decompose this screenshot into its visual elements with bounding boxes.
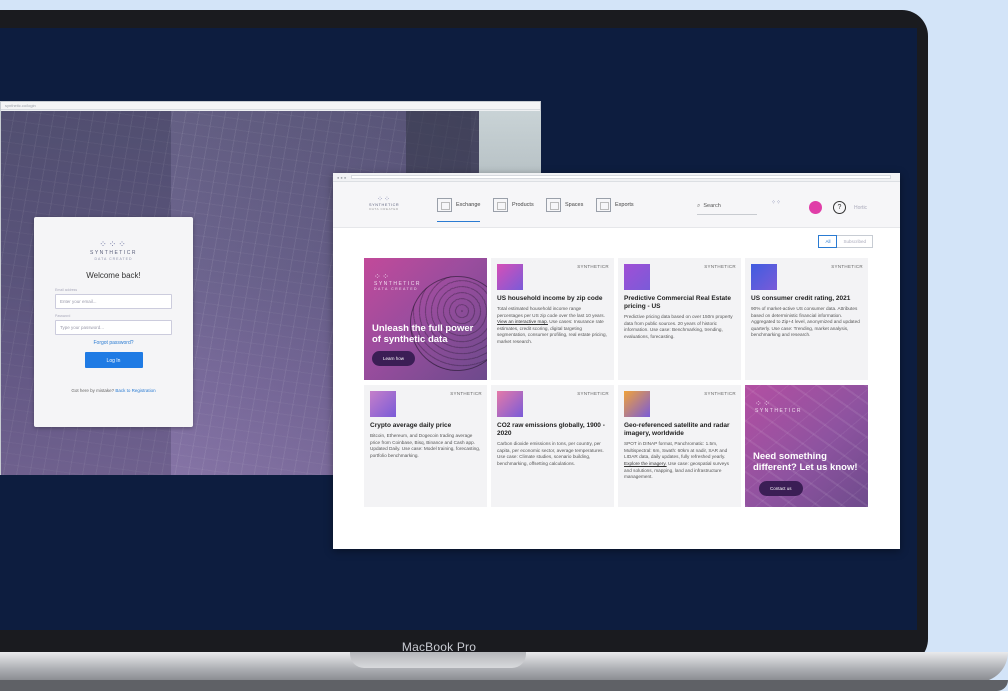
learn-how-button[interactable]: Learn how [372, 351, 416, 366]
product-title: Crypto average daily price [370, 422, 452, 429]
product-card[interactable]: SYNTHETICR Geo-referenced satellite and … [618, 385, 741, 507]
avatar[interactable] [809, 201, 822, 214]
promo-title: Need something different? Let us know! [753, 451, 858, 473]
password-label: Password [55, 314, 71, 318]
vendor-label: SYNTHETICR [450, 391, 482, 396]
vendor-label: SYNTHETICR [831, 264, 863, 269]
address-bar[interactable] [351, 175, 891, 179]
product-thumbnail [370, 391, 396, 417]
login-footer: Got here by mistake? Back to Registratio… [71, 388, 156, 393]
exchange-browser-window: ●●● ⁘⁘ SYNTHETICR DATA CREATED Exchange … [333, 173, 900, 549]
nav-tab-exports[interactable]: Exports [596, 198, 634, 222]
product-title: CO2 raw emissions globally, 1900 - 2020 [497, 422, 605, 438]
filter-all-button[interactable]: All [818, 235, 838, 248]
forgot-password-link[interactable]: Forgot password? [34, 340, 193, 346]
brand-dots-icon: ⁘⁘ [377, 196, 391, 203]
vendor-label: SYNTHETICR [704, 264, 736, 269]
product-title: US household income by zip code [497, 295, 603, 302]
product-thumbnail [497, 391, 523, 417]
promo-card-learn[interactable]: ⁘⁘ SYNTHETICR DATA CREATED Unleash the f… [364, 258, 487, 380]
product-thumbnail [624, 391, 650, 417]
product-card[interactable]: SYNTHETICR Predictive Commercial Real Es… [618, 258, 741, 380]
vendor-label: SYNTHETICR [704, 391, 736, 396]
welcome-heading: Welcome back! [86, 271, 141, 280]
nav-tab-exchange[interactable]: Exchange [437, 198, 481, 222]
product-description: 90% of market-active US consumer data. A… [751, 306, 860, 338]
product-card[interactable]: SYNTHETICR Crypto average daily price Bi… [364, 385, 487, 507]
product-card[interactable]: SYNTHETICR US household income by zip co… [491, 258, 614, 380]
help-icon[interactable]: ? [833, 201, 846, 214]
product-card[interactable]: SYNTHETICR US consumer credit rating, 20… [745, 258, 868, 380]
product-title: US consumer credit rating, 2021 [751, 295, 851, 302]
contact-us-button[interactable]: Contact us [759, 481, 803, 496]
product-description: Bitcoin, Ethereum, and Dogecoin trading … [370, 433, 481, 458]
window-controls-icon[interactable]: ●●● [337, 175, 347, 180]
promo-title: Unleash the full power of synthetic data [372, 323, 474, 345]
user-name[interactable]: Hortic [854, 205, 867, 211]
product-thumbnail [497, 264, 523, 290]
exports-icon [596, 198, 611, 212]
app-nav-bar: ⁘⁘ SYNTHETICR DATA CREATED Exchange Prod… [333, 182, 900, 228]
search-input[interactable]: ⌕ Search [697, 203, 757, 215]
explore-imagery-link[interactable]: Explore the imagery. [624, 461, 667, 466]
product-grid: ⁘⁘ SYNTHETICR DATA CREATED Unleash the f… [364, 258, 871, 507]
product-thumbnail [624, 264, 650, 290]
products-icon [493, 198, 508, 212]
laptop-base-edge [0, 680, 1008, 691]
org-logo-icon[interactable]: ⁘⁘ [771, 199, 781, 206]
email-label: Email address [55, 288, 78, 292]
promo-card-contact[interactable]: ⁘⁘ SYNTHETICR Need something different? … [745, 385, 868, 507]
app-logo[interactable]: ⁘⁘ SYNTHETICR DATA CREATED [369, 195, 399, 211]
product-description: Predictive pricing data based on over 15… [624, 314, 733, 339]
search-icon: ⌕ [697, 203, 701, 209]
brand-dots-icon: ⁘⁘ [374, 272, 391, 281]
brand-dots-icon: ⁘⁘ [755, 399, 772, 408]
password-field[interactable]: Type your password... [55, 320, 172, 335]
brand-dots-icon: ⁘⁘⁘ [99, 239, 128, 249]
login-brand: ⁘⁘⁘ SYNTHETICR [34, 239, 193, 256]
product-description: SPOT in DINAP format, Panchromatic: 1.5m… [624, 441, 729, 480]
exchange-icon [437, 198, 452, 212]
email-field[interactable]: Enter your email... [55, 294, 172, 309]
product-title: Geo-referenced satellite and radar image… [624, 422, 730, 438]
filter-subscribed-button[interactable]: Subscribed [837, 235, 873, 248]
login-button[interactable]: Log In [84, 352, 143, 368]
product-description: Carbon dioxide emissions in tons, per co… [497, 441, 604, 466]
back-to-registration-link[interactable]: Back to Registration [115, 388, 155, 393]
nav-tab-products[interactable]: Products [493, 198, 534, 222]
interactive-map-link[interactable]: View an interactive map. [497, 319, 548, 324]
spaces-icon [546, 198, 561, 212]
login-url-bar[interactable]: synthetic.co/login [1, 102, 540, 110]
vendor-label: SYNTHETICR [577, 391, 609, 396]
login-card: ⁘⁘⁘ SYNTHETICR DATA CREATED Welcome back… [34, 217, 193, 427]
product-card[interactable]: SYNTHETICR CO2 raw emissions globally, 1… [491, 385, 614, 507]
product-title: Predictive Commercial Real Estate pricin… [624, 295, 731, 311]
nav-tab-spaces[interactable]: Spaces [546, 198, 583, 222]
browser-title-bar: ●●● [333, 173, 900, 182]
vendor-label: SYNTHETICR [577, 264, 609, 269]
product-thumbnail [751, 264, 777, 290]
product-description: Total estimated household income range p… [497, 306, 607, 345]
filter-toggle: All Subscribed [818, 235, 873, 248]
laptop-notch [350, 652, 526, 668]
laptop-screen: synthetic.co/login ⁘⁘⁘ SYNTHETICR DATA C… [0, 28, 917, 630]
